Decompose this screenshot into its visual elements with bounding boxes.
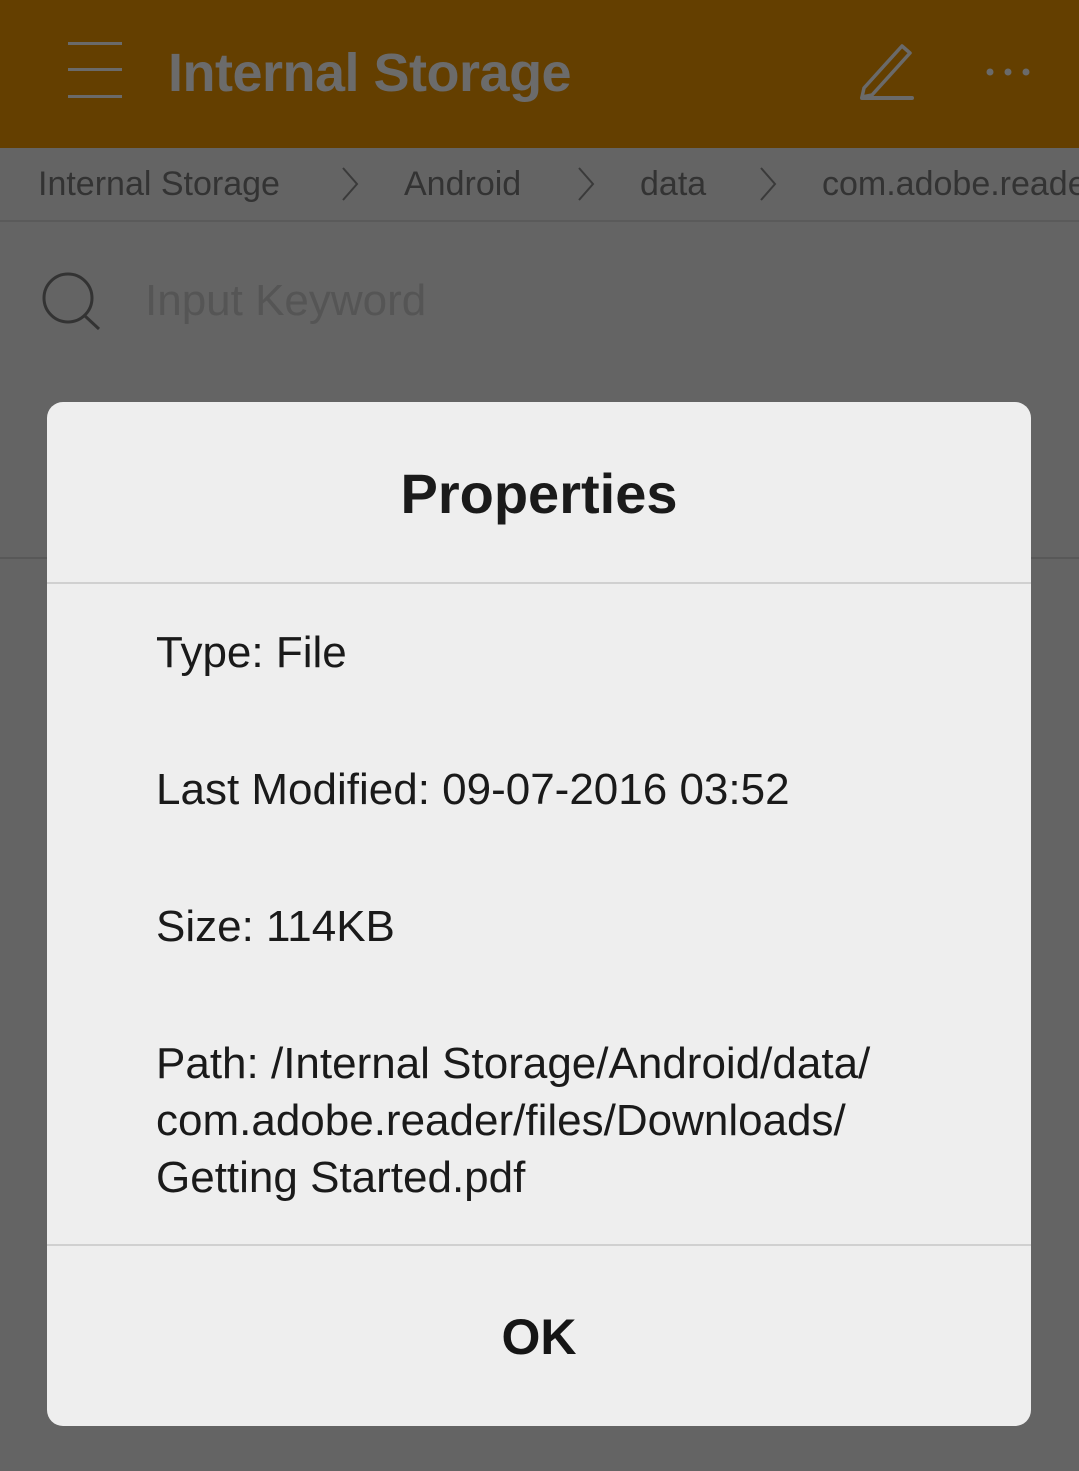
property-size: Size: 114KB [156, 902, 395, 951]
app-bar: Internal Storage [0, 0, 1079, 148]
menu-icon[interactable] [68, 42, 122, 98]
breadcrumb-item-data[interactable]: data [640, 162, 706, 206]
property-path: Path: /Internal Storage/Android/data/com… [156, 1035, 976, 1206]
breadcrumb: Internal Storage Android data com.adobe.… [0, 148, 1079, 222]
app-title: Internal Storage [168, 43, 572, 103]
search-icon [42, 272, 101, 330]
chevron-right-icon [760, 167, 777, 201]
more-options-icon[interactable] [984, 60, 1032, 84]
breadcrumb-item-internal-storage[interactable]: Internal Storage [38, 162, 280, 206]
property-last-modified: Last Modified: 09-07-2016 03:52 [156, 765, 790, 814]
search-input[interactable] [143, 270, 947, 332]
property-type: Type: File [156, 628, 347, 677]
property-path-text: Path: /Internal Storage/Android/data/com… [156, 1039, 871, 1202]
chevron-right-icon [342, 167, 359, 201]
breadcrumb-item-android[interactable]: Android [404, 162, 521, 206]
ok-button[interactable]: OK [47, 1246, 1031, 1426]
properties-dialog: Properties Type: File Last Modified: 09-… [47, 402, 1031, 1426]
dialog-actions: OK [47, 1244, 1031, 1426]
edit-icon[interactable] [858, 38, 916, 100]
breadcrumb-item-com-adobe-reader[interactable]: com.adobe.reader [822, 162, 1079, 206]
dialog-title: Properties [47, 402, 1031, 584]
chevron-right-icon [578, 167, 595, 201]
